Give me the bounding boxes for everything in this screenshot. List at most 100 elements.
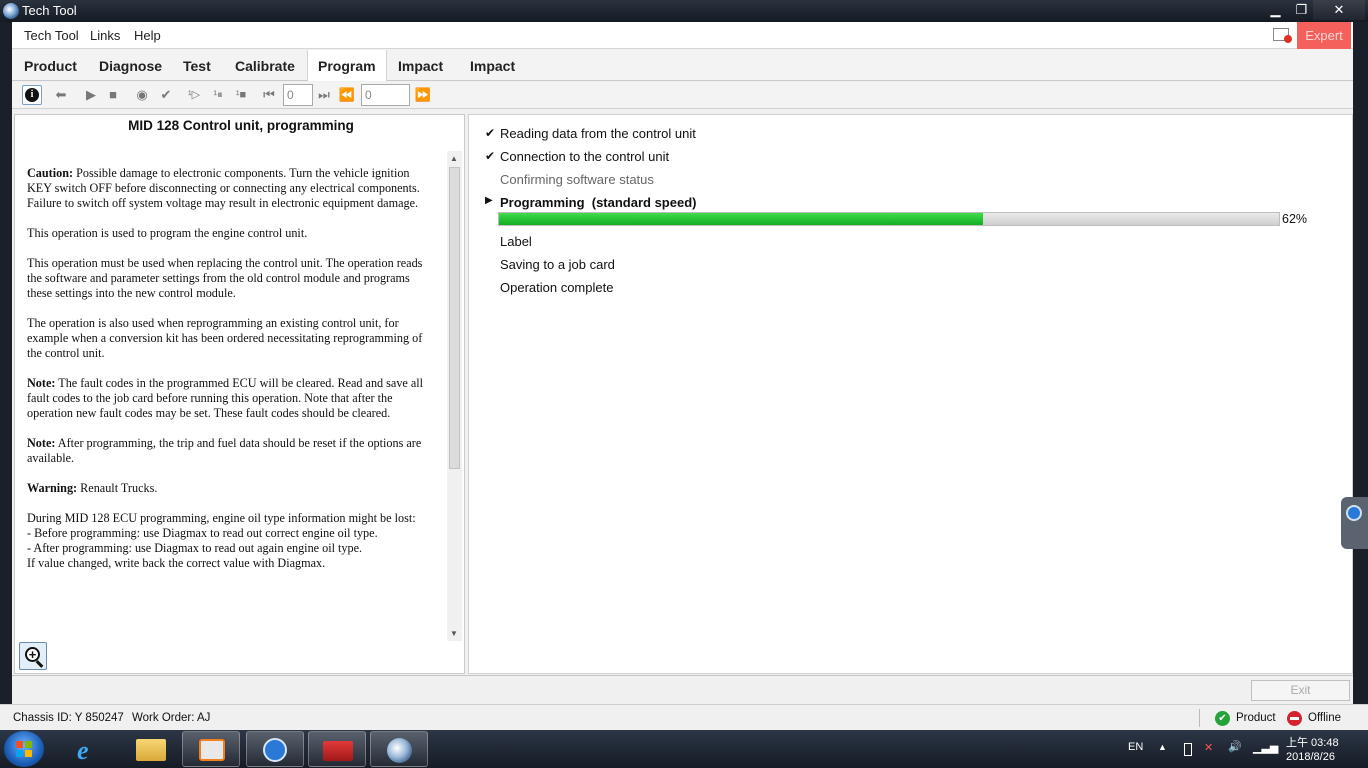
caution-label: Caution: [27,166,74,180]
windows-taskbar: e EN ▲ ✕ 🔊 ▁▃▅ 上午 03:48 2018/8/26 [0,730,1368,768]
instruction-pane: MID 128 Control unit, programming Cautio… [14,114,465,674]
paragraph-2: This operation must be used when replaci… [27,256,423,300]
step-reading-data: Reading data from the control unit [500,126,696,141]
expert-button[interactable]: Expert [1297,22,1351,49]
taskbar-file-explorer[interactable] [122,731,180,767]
internet-explorer-icon: e [77,736,89,765]
check-icon: ✔ [485,126,496,140]
checkmark-icon[interactable]: ✔ [157,86,175,104]
tab-calibrate[interactable]: Calibrate [225,50,305,81]
progress-fill [499,213,983,225]
menu-links[interactable]: Links [90,28,120,43]
note-text: The fault codes in the programmed ECU wi… [27,376,424,420]
product-connected-icon: ✔ [1215,711,1230,726]
step-operation-complete: Operation complete [500,280,614,295]
work-order: Work Order: AJ [132,712,211,724]
vertical-scrollbar[interactable]: ▲ ▼ [447,151,462,641]
window-title-bar: Tech Tool ▁ ❐ ✕ [0,0,1368,22]
paragraph-1: This operation is used to program the en… [27,226,308,240]
taskbar-teamviewer[interactable] [246,731,304,767]
progress-percent: 62% [1282,212,1308,226]
step-play-icon[interactable]: ¹▷ [185,86,203,104]
current-step-arrow-icon: ▶ [485,195,493,206]
play-icon[interactable]: ▶ [82,86,100,104]
tab-impact[interactable]: Impact [388,50,453,81]
taskbar-internet-explorer[interactable]: e [60,731,118,767]
folder-icon [136,739,166,761]
product-status: Product [1236,712,1276,724]
step-programming: Programming (standard speed) [500,195,697,210]
warning-text: Renault Trucks. [77,481,158,495]
oil-line-3: - After programming: use Diagmax to read… [27,541,363,555]
tab-product[interactable]: Product [14,50,87,81]
step-saving-job-card: Saving to a job card [500,257,615,272]
zoom-handle [35,660,44,668]
tab-test[interactable]: Test [173,50,221,81]
network-warning-icon[interactable]: ✕ [1204,741,1213,754]
window-title: Tech Tool [22,3,77,18]
rewind-icon[interactable]: ⏪ [338,86,356,104]
menu-help[interactable]: Help [134,28,161,43]
note-text-2: After programming, the trip and fuel dat… [27,436,422,465]
offline-status: Offline [1308,712,1342,724]
oil-line-4: If value changed, write back the correct… [27,556,326,570]
volume-icon[interactable]: 🔊 [1228,740,1242,753]
caution-text: Possible damage to electronic components… [27,166,420,210]
view-icon[interactable]: ◉ [133,86,151,104]
info-icon: i [25,88,39,102]
status-bar: Chassis ID: Y 850247 Work Order: AJ ✔ Pr… [0,704,1368,730]
info-button[interactable]: i [22,85,42,105]
remote-support-tab[interactable] [1341,497,1368,549]
toolbox-icon [323,741,353,761]
step-connection: Connection to the control unit [500,149,670,164]
zoom-button[interactable]: + [19,642,47,670]
taskbar-toolbox[interactable] [308,731,366,767]
clock-time[interactable]: 上午 03:48 [1286,734,1339,750]
taskbar-media-player[interactable] [182,731,240,767]
first-icon[interactable]: ⏮ [260,86,278,104]
teamviewer-icon [1346,505,1362,521]
menu-bar: Tech Tool Links Help Expert [12,22,1353,49]
windows-logo-icon [16,741,32,757]
battery-icon[interactable] [1184,743,1192,756]
exit-button[interactable]: Exit [1251,680,1350,701]
menu-tech-tool[interactable]: Tech Tool [24,28,79,43]
chassis-id: Chassis ID: Y 850247 [13,712,124,724]
fast-forward-icon[interactable]: ⏩ [414,86,432,104]
minimize-icon[interactable]: ▁ [1262,0,1289,20]
note-label: Note: [27,376,56,390]
close-icon[interactable]: ✕ [1313,0,1365,20]
input-language[interactable]: EN [1128,741,1143,753]
tab-diagnose[interactable]: Diagnose [89,50,172,81]
start-button[interactable] [4,731,44,767]
stop-icon[interactable]: ■ [104,86,122,104]
clock-date[interactable]: 2018/8/26 [1286,751,1335,763]
offline-icon [1287,711,1302,726]
step-pause-icon[interactable]: ¹⏸ [209,86,227,104]
main-tab-bar: Product Diagnose Test Calibrate Program … [12,50,1353,81]
message-icon[interactable] [1273,28,1292,43]
tech-tool-logo-icon [3,3,19,19]
step-label: Label [500,234,532,249]
tab-program[interactable]: Program [307,50,387,81]
step-stop-icon[interactable]: ¹■ [232,86,250,104]
status-divider [1199,709,1200,727]
toolbar: i ⬅ ▶ ■ ◉ ✔ ¹▷ ¹⏸ ¹■ ⏮ ⏭ ⏪ ⏩ [12,82,1353,109]
oil-line-2: - Before programming: use Diagmax to rea… [27,526,378,540]
scroll-thumb[interactable] [449,167,460,469]
taskbar-tech-tool[interactable] [370,731,428,767]
scroll-down-icon[interactable]: ▼ [450,629,459,638]
media-player-icon [199,739,225,761]
counter-input-1[interactable] [283,84,313,106]
last-icon[interactable]: ⏭ [315,86,333,104]
tab-impact-2[interactable]: Impact [460,50,525,81]
instruction-title: MID 128 Control unit, programming [128,118,354,133]
tray-expand-icon[interactable]: ▲ [1158,742,1167,752]
note-label-2: Note: [27,436,56,450]
scroll-up-icon[interactable]: ▲ [450,154,459,163]
step-confirming-software: Confirming software status [500,172,654,187]
counter-input-2[interactable] [361,84,410,106]
restore-icon[interactable]: ❐ [1288,0,1315,20]
back-arrow-icon[interactable]: ⬅ [52,86,70,104]
signal-icon[interactable]: ▁▃▅ [1253,741,1278,754]
